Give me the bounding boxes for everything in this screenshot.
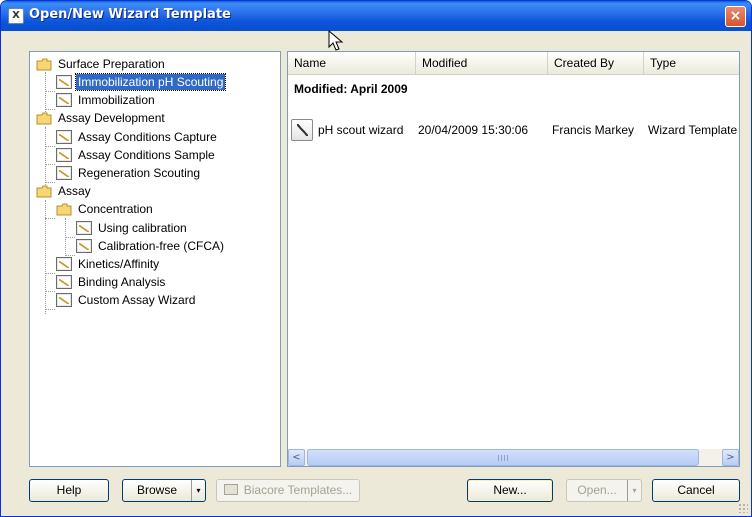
tree-item-kinetics-affinity[interactable]: Kinetics/Affinity: [56, 256, 161, 272]
browse-dropdown-icon[interactable]: ▾: [191, 480, 205, 501]
tree-item-immobilization[interactable]: Immobilization: [56, 92, 157, 108]
column-header-name[interactable]: Name: [288, 52, 416, 75]
template-icon: [223, 484, 238, 495]
tree-item-label: Kinetics/Affinity: [78, 257, 160, 271]
tree-connector: [45, 127, 46, 187]
cell-name: pH scout wizard: [318, 123, 404, 137]
tree-item-binding-analysis[interactable]: Binding Analysis: [56, 274, 167, 290]
folder-icon: [36, 112, 52, 124]
tree-connector: [45, 309, 55, 310]
tree-folder-assay[interactable]: Assay: [36, 183, 93, 199]
tree-item-label: Regeneration Scouting: [78, 166, 201, 180]
wizard-document-icon: [56, 275, 72, 289]
tree-connector: [45, 72, 46, 114]
column-header-type[interactable]: Type: [644, 52, 739, 75]
list-header: Name Modified Created By Type: [288, 52, 739, 75]
browse-label: Browse: [136, 483, 177, 497]
wizard-template-icon: [291, 119, 313, 141]
tree-item-label: Concentration: [78, 202, 153, 216]
tree-item-label: Assay Conditions Sample: [78, 148, 215, 162]
tree-connector: [45, 273, 55, 274]
tree-connector: [45, 291, 55, 292]
biacore-templates-button[interactable]: Biacore Templates...: [216, 479, 360, 502]
tree-item-immobilization-ph-scouting[interactable]: Immobilization pH Scouting: [56, 73, 227, 91]
help-button[interactable]: Help: [29, 479, 109, 502]
tree-item-label: Immobilization: [78, 93, 155, 107]
tree-folder-concentration[interactable]: Concentration: [56, 201, 155, 217]
tree-connector: [65, 218, 66, 260]
cell-created-by: Francis Markey: [552, 123, 635, 137]
folder-icon: [36, 58, 52, 70]
window-title: Open/New Wizard Template: [29, 7, 231, 22]
tree-folder-assay-development[interactable]: Assay Development: [36, 110, 167, 126]
mouse-cursor-icon: [328, 29, 344, 51]
open-label: Open...: [577, 483, 617, 497]
wizard-document-icon: [76, 221, 92, 235]
wizard-template-dialog: X Open/New Wizard Template × Surface Pre…: [0, 0, 752, 517]
horizontal-scrollbar[interactable]: < >: [288, 449, 739, 466]
tree-item-regeneration-scouting[interactable]: Regeneration Scouting: [56, 165, 202, 181]
title-bar[interactable]: X Open/New Wizard Template ×: [1, 1, 751, 31]
tree-item-label: Immobilization pH Scouting: [74, 73, 227, 91]
tree-item-label: Binding Analysis: [78, 275, 166, 289]
cancel-button[interactable]: Cancel: [652, 479, 740, 502]
new-button[interactable]: New...: [467, 479, 553, 502]
tree-item-custom-assay-wizard[interactable]: Custom Assay Wizard: [56, 292, 197, 308]
tree-folder-surface-preparation[interactable]: Surface Preparation: [36, 56, 167, 72]
app-icon: X: [8, 8, 24, 24]
browse-button[interactable]: Browse ▾: [122, 479, 206, 502]
scroll-thumb[interactable]: [307, 449, 699, 466]
tree-connector: [45, 164, 55, 165]
tree-connector: [45, 218, 55, 219]
scroll-right-button[interactable]: >: [722, 449, 739, 466]
tree-item-label: Using calibration: [98, 221, 187, 235]
cell-modified: 20/04/2009 15:30:06: [418, 123, 529, 137]
open-dropdown-icon[interactable]: ▾: [627, 480, 641, 501]
tree-item-assay-conditions-capture[interactable]: Assay Conditions Capture: [56, 129, 219, 145]
open-button[interactable]: Open... ▾: [566, 479, 642, 502]
grip-icon: [498, 455, 508, 461]
table-row[interactable]: pH scout wizard 20/04/2009 15:30:06 Fran…: [288, 116, 739, 144]
tree-connector: [45, 146, 55, 147]
column-header-created-by[interactable]: Created By: [548, 52, 644, 75]
tree-item-assay-conditions-sample[interactable]: Assay Conditions Sample: [56, 147, 217, 163]
wizard-document-icon: [56, 130, 72, 144]
tree-item-label: Calibration-free (CFCA): [98, 239, 225, 253]
wizard-document-icon: [56, 166, 72, 180]
wizard-document-icon: [56, 75, 72, 89]
wizard-document-icon: [56, 93, 72, 107]
tree-connector: [45, 91, 55, 92]
cell-type: Wizard Template: [648, 123, 738, 137]
template-tree[interactable]: Surface Preparation Immobilization pH Sc…: [29, 51, 281, 467]
tree-item-label: Surface Preparation: [58, 57, 165, 71]
scroll-left-button[interactable]: <: [288, 449, 305, 466]
template-list[interactable]: Name Modified Created By Type Modified: …: [287, 51, 740, 467]
biacore-templates-label: Biacore Templates...: [243, 483, 353, 497]
tree-item-label: Assay Development: [58, 111, 165, 125]
tree-item-label: Assay: [58, 184, 91, 198]
wizard-document-icon: [56, 293, 72, 307]
wizard-document-icon: [76, 239, 92, 253]
folder-icon: [56, 203, 72, 215]
tree-item-calibration-free[interactable]: Calibration-free (CFCA): [76, 238, 226, 254]
resize-grip-icon[interactable]: [738, 503, 748, 513]
group-header: Modified: April 2009: [294, 82, 408, 96]
column-header-modified[interactable]: Modified: [416, 52, 548, 75]
tree-item-label: Custom Assay Wizard: [78, 293, 196, 307]
wizard-document-icon: [56, 148, 72, 162]
close-button[interactable]: ×: [725, 6, 746, 27]
tree-item-label: Assay Conditions Capture: [78, 130, 217, 144]
tree-item-using-calibration[interactable]: Using calibration: [76, 220, 189, 236]
tree-connector: [65, 237, 75, 238]
wizard-document-icon: [56, 257, 72, 271]
folder-icon: [36, 185, 52, 197]
